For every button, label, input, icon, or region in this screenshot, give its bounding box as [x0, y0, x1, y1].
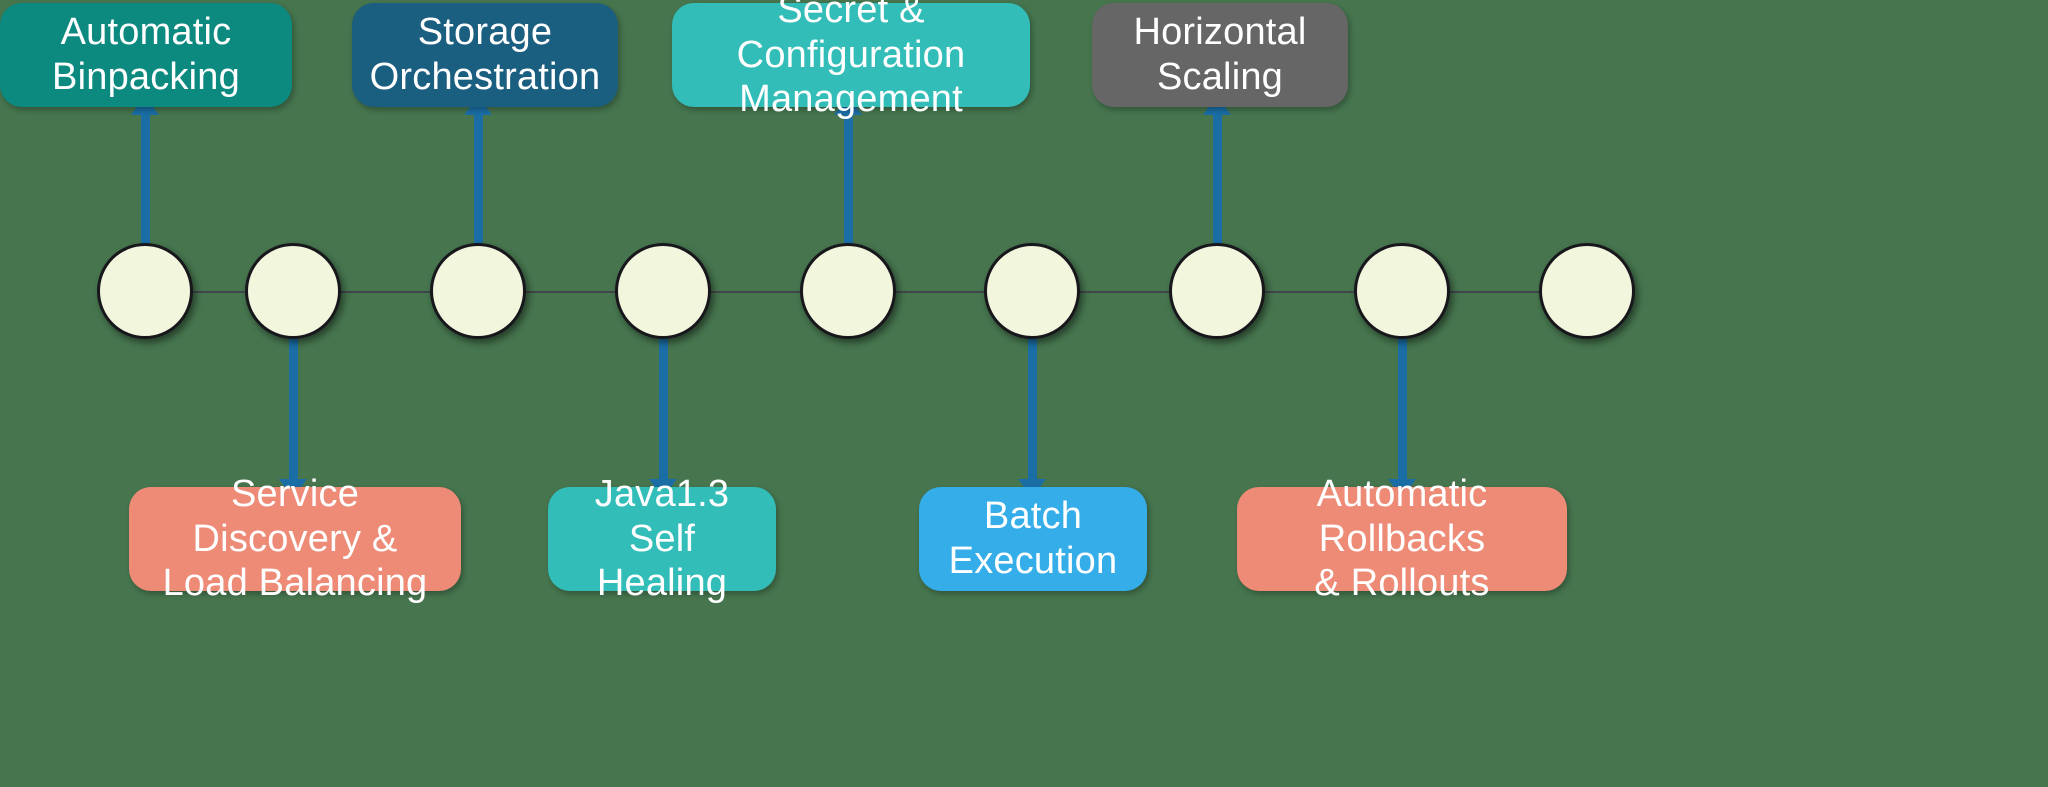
- timeline-node[interactable]: [1539, 243, 1635, 339]
- feature-box-secret-configuration-management[interactable]: Secret & Configuration Management: [672, 0, 1030, 120]
- box-label: Automatic Binpacking: [52, 11, 240, 98]
- connector-arrow-down: [649, 339, 677, 498]
- connector-arrow-up: [464, 96, 492, 243]
- timeline-node[interactable]: [800, 243, 896, 339]
- timeline-node[interactable]: [430, 243, 526, 339]
- feature-box-automatic-rollbacks-rollouts[interactable]: Automatic Rollbacks & Rollouts: [1237, 473, 1567, 604]
- connector-arrow-up: [1203, 96, 1231, 243]
- timeline-node[interactable]: [1354, 243, 1450, 339]
- diagram-canvas: Automatic Binpacking Storage Orchestratio…: [0, 0, 2048, 787]
- feature-box-java-self-healing[interactable]: Java1.3 Self Healing: [548, 473, 776, 604]
- connector-arrow-down: [1388, 339, 1416, 498]
- connector-arrow-down: [279, 339, 307, 498]
- feature-box-automatic-binpacking[interactable]: Automatic Binpacking: [0, 3, 292, 107]
- box-label: Java1.3 Self Healing: [594, 472, 730, 605]
- box-label: Horizontal Scaling: [1133, 11, 1307, 98]
- feature-box-storage-orchestration[interactable]: Storage Orchestration: [352, 3, 618, 107]
- connector-arrow-up: [131, 96, 159, 243]
- box-label: Batch Execution: [948, 495, 1118, 582]
- box-label: Storage Orchestration: [369, 11, 601, 98]
- feature-box-service-discovery-load-balancing[interactable]: Service Discovery & Load Balancing: [129, 473, 461, 604]
- box-label: Secret & Configuration Management: [736, 0, 966, 121]
- timeline-node[interactable]: [984, 243, 1080, 339]
- box-label: Automatic Rollbacks & Rollouts: [1314, 472, 1490, 605]
- timeline-node[interactable]: [615, 243, 711, 339]
- box-label: Service Discovery & Load Balancing: [162, 472, 428, 605]
- connector-arrow-down: [1018, 339, 1046, 498]
- timeline-node[interactable]: [1169, 243, 1265, 339]
- timeline-node[interactable]: [245, 243, 341, 339]
- timeline-node[interactable]: [97, 243, 193, 339]
- feature-box-batch-execution[interactable]: Batch Execution: [919, 487, 1147, 591]
- connector-arrow-up: [834, 96, 862, 243]
- feature-box-horizontal-scaling[interactable]: Horizontal Scaling: [1092, 3, 1348, 107]
